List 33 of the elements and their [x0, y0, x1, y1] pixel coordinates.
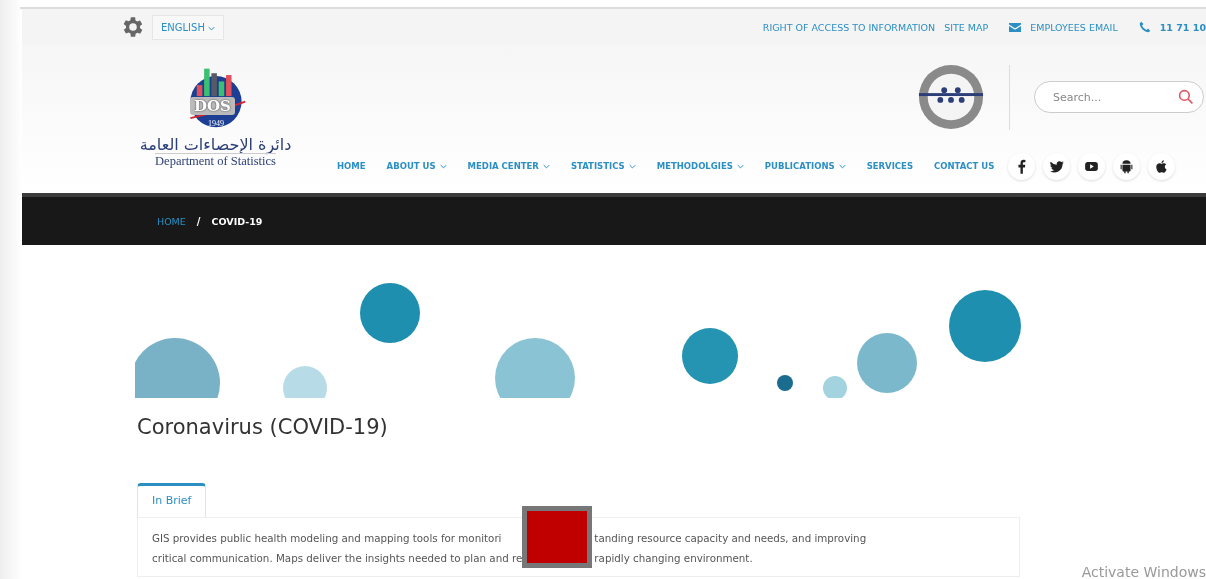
text-fragment: critical communication. Maps deliver the insights needed to plan and re	[152, 551, 523, 566]
seal-icon	[917, 63, 985, 131]
tab[interactable]: In Brief	[137, 483, 207, 517]
top-link[interactable]: RIGHT OF ACCESS TO INFORMATION	[762, 21, 936, 33]
nav-link[interactable]: SERVICES	[866, 161, 913, 171]
nav-link[interactable]: HOME	[337, 161, 366, 171]
breadcrumb-current: COVID-19	[211, 215, 263, 227]
top-link[interactable]: SITE MAP	[944, 21, 989, 33]
breadcrumb-link[interactable]: HOME	[157, 215, 186, 227]
breadcrumb-separator: /	[196, 215, 201, 227]
language-dropdown[interactable]: ENGLISH	[152, 14, 225, 40]
nav-link[interactable]: CONTACT US	[934, 161, 995, 171]
nav-link[interactable]: ABOUT US	[386, 161, 447, 171]
search-icon[interactable]	[1178, 89, 1194, 105]
nav-link[interactable]: MEDIA CENTER	[467, 161, 550, 171]
nav-link[interactable]: METHODOLGIES	[656, 161, 744, 171]
caret-icon	[208, 25, 216, 31]
text-fragment: tanding resource capacity and needs, and improving	[593, 531, 868, 546]
page-title: Coronavirus (COVID-19)	[137, 415, 389, 439]
text-fragment: rapidly changing environment.	[593, 551, 754, 566]
nav-link[interactable]: STATISTICS	[570, 161, 636, 171]
english-name: Department of Statistics	[155, 153, 276, 169]
arabic-name: دائرة الإحصاءات العامة	[139, 137, 292, 153]
activation-watermark: Activate Windows	[1081, 564, 1206, 579]
logo-year: 1949	[208, 119, 224, 128]
top-link[interactable]: EMPLOYEES EMAIL	[1030, 21, 1118, 33]
phone-icon	[1138, 21, 1151, 33]
logo-badge: DOS	[190, 97, 235, 115]
search-field[interactable]: Search...	[1034, 81, 1204, 113]
envelope-icon	[1009, 22, 1022, 32]
nav-link[interactable]: PUBLICATIONS	[764, 161, 846, 171]
top-link[interactable]: 11 71 10	[1159, 21, 1206, 33]
text-fragment: GIS provides public health modeling and mapping tools for monitori	[152, 531, 503, 546]
